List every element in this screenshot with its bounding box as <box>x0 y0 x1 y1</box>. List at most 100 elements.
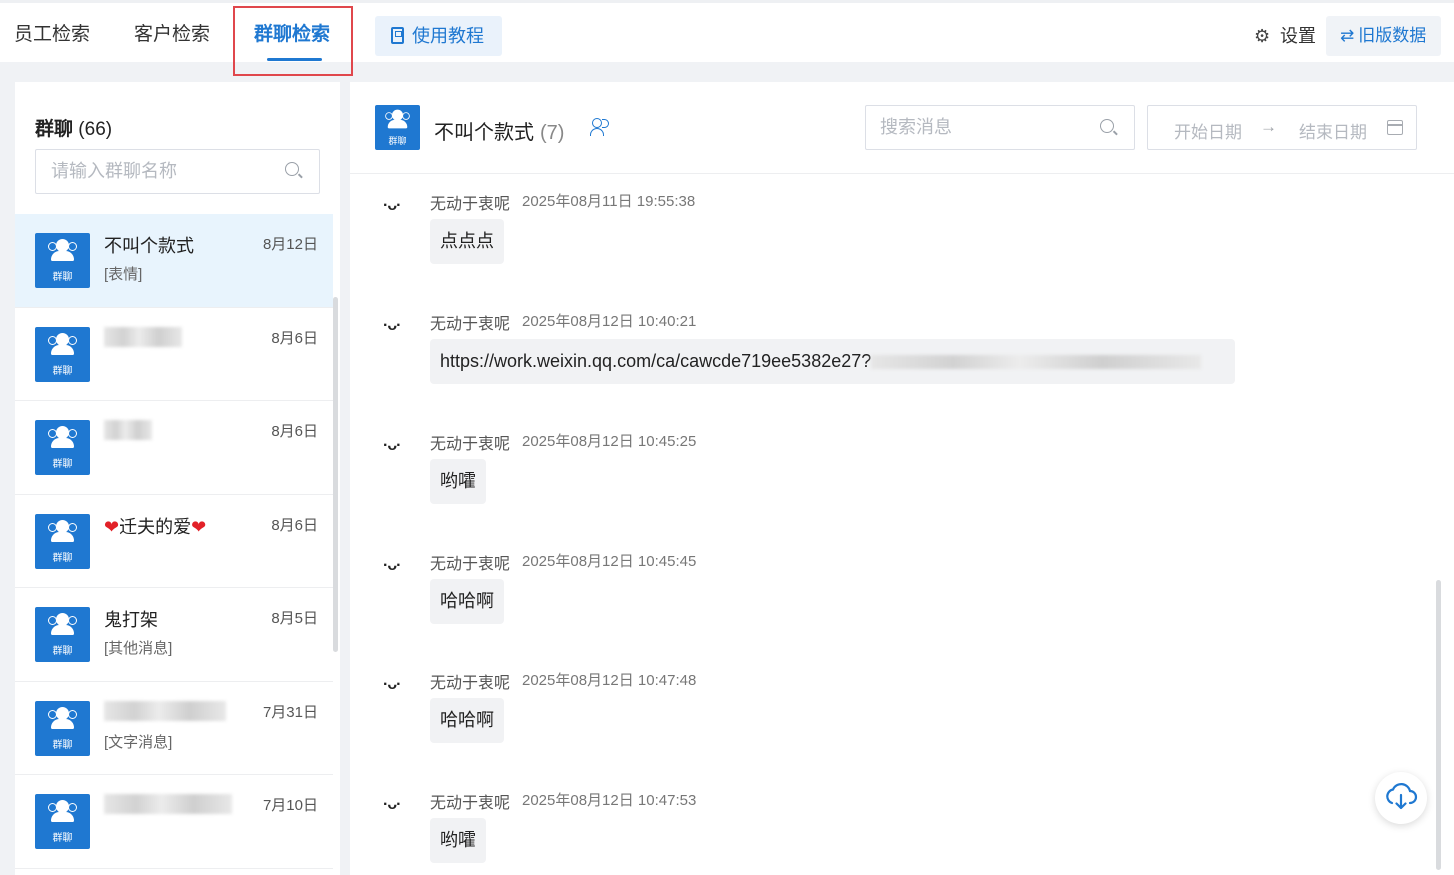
group-search-input[interactable] <box>36 150 276 193</box>
chat-title-text: 不叫个款式 <box>434 122 534 144</box>
old-data-label: 旧版数据 <box>1358 26 1427 45</box>
group-list-item[interactable]: 群聊 鬼打架 8月5日 [其他消息] <box>15 588 333 682</box>
message-item: ·ᴗ· 无动于衷呢 2025年08月12日 10:47:53 哟嚯 <box>350 774 1430 875</box>
group-last-message: [表情] <box>104 266 143 283</box>
message-sender: 无动于衷呢 <box>430 556 511 573</box>
heart-icon: ❤ <box>191 516 207 537</box>
group-people-icon <box>48 519 77 542</box>
tutorial-button-label: 使用教程 <box>412 26 484 46</box>
sender-avatar: ·ᴗ· <box>383 437 401 454</box>
message-time: 2025年08月12日 10:47:48 <box>522 672 697 689</box>
message-sender: 无动于衷呢 <box>430 675 511 692</box>
group-avatar: 群聊 <box>35 233 90 288</box>
group-list-item[interactable]: 群聊 7月10日 <box>15 775 333 869</box>
group-people-icon <box>48 239 77 261</box>
group-avatar-label: 群聊 <box>52 739 73 751</box>
group-name-redacted <box>104 793 232 815</box>
message-link-text[interactable]: https://work.weixin.qq.com/ca/cawcde719e… <box>440 351 871 371</box>
group-avatar-label: 群聊 <box>52 833 73 844</box>
group-list-scrollbar[interactable] <box>333 297 338 652</box>
group-date: 8月5日 <box>271 610 318 627</box>
group-avatar: 群聊 <box>35 607 90 662</box>
message-sender: 无动于衷呢 <box>430 436 511 453</box>
chat-header: 群聊 不叫个款式 (7) 开始日期 → 结束日期 <box>350 82 1454 174</box>
download-button[interactable] <box>1375 772 1427 824</box>
date-range-picker[interactable]: 开始日期 → 结束日期 <box>1147 105 1417 150</box>
group-list-item[interactable]: 群聊 不叫个款式 8月12日 [表情] <box>15 214 333 308</box>
tutorial-button[interactable]: 使用教程 <box>375 16 502 56</box>
message-item: ·ᴗ· 无动于衷呢 2025年08月11日 19:55:38 点点点 <box>350 175 1430 295</box>
settings-label: 设置 <box>1280 26 1316 46</box>
message-time: 2025年08月12日 10:45:45 <box>522 553 697 570</box>
chat-title: 不叫个款式 (7) <box>434 116 564 145</box>
group-list-item[interactable]: 群聊 8月6日 <box>15 308 333 401</box>
old-data-button[interactable]: ⇄ 旧版数据 <box>1326 16 1441 56</box>
message-bubble-link[interactable]: https://work.weixin.qq.com/ca/cawcde719e… <box>430 339 1235 384</box>
group-list: 群聊 不叫个款式 8月12日 [表情] 群聊 8月6日 群聊 8月6日 群聊 ❤… <box>15 214 333 869</box>
group-date: 8月6日 <box>271 516 318 534</box>
message-search-input[interactable] <box>866 106 1086 149</box>
group-avatar-label: 群聊 <box>52 646 73 657</box>
active-tab-indicator <box>267 58 322 61</box>
sender-avatar: ·ᴗ· <box>383 676 401 693</box>
message-bubble: 哟嚯 <box>430 818 486 863</box>
group-avatar: 群聊 <box>35 420 90 475</box>
message-search-box <box>865 105 1135 150</box>
group-last-message: [其他消息] <box>104 640 173 657</box>
group-people-icon <box>48 800 77 822</box>
group-name: 不叫个款式 <box>104 236 194 256</box>
group-avatar: 群聊 <box>35 513 90 569</box>
link-redacted <box>871 355 1202 370</box>
group-list-item[interactable]: 群聊 ❤迁夫的爱❤ 8月6日 <box>15 495 333 588</box>
message-sender: 无动于衷呢 <box>430 795 511 812</box>
group-date: 8月6日 <box>271 423 318 440</box>
group-people-icon <box>48 332 77 355</box>
message-time: 2025年08月12日 10:40:21 <box>522 313 697 330</box>
group-list-panel: 群聊 (66) 群聊 不叫个款式 8月12日 [表情] 群聊 8月6日 <box>15 82 340 875</box>
message-sender: 无动于衷呢 <box>430 196 511 213</box>
group-people-icon <box>48 706 77 729</box>
tab-group-chat-search[interactable]: 群聊检索 <box>254 6 330 64</box>
group-date: 8月6日 <box>271 329 318 347</box>
group-date: 7月31日 <box>262 703 318 721</box>
group-date: 8月12日 <box>262 236 318 253</box>
chat-avatar-label: 群聊 <box>388 136 407 146</box>
date-end[interactable]: 结束日期 <box>1299 118 1367 143</box>
message-time: 2025年08月12日 10:45:25 <box>522 433 697 450</box>
sender-avatar: ·ᴗ· <box>383 317 401 334</box>
group-avatar-label: 群聊 <box>52 272 73 283</box>
group-list-item[interactable]: 群聊 7月31日 [文字消息] <box>15 682 333 775</box>
arrow-right-icon: → <box>1260 117 1277 136</box>
sender-avatar: ·ᴗ· <box>383 197 401 214</box>
group-name-redacted <box>104 326 182 347</box>
search-icon[interactable] <box>285 162 303 180</box>
group-name: ❤迁夫的爱❤ <box>104 513 206 539</box>
gear-icon: ⚙ <box>1254 26 1271 46</box>
group-name-redacted <box>104 419 152 441</box>
members-icon[interactable] <box>590 118 612 138</box>
cloud-download-icon <box>1386 783 1418 810</box>
message-list-scrollbar[interactable] <box>1436 580 1441 870</box>
group-people-icon <box>48 426 77 448</box>
group-search-box <box>35 149 320 194</box>
tab-employee-search[interactable]: 员工检索 <box>14 6 90 64</box>
group-date: 7月10日 <box>262 797 318 814</box>
group-list-title: 群聊 (66) <box>35 114 112 141</box>
chat-member-count: (7) <box>540 122 565 144</box>
settings-button[interactable]: ⚙ 设置 <box>1254 23 1316 49</box>
date-start[interactable]: 开始日期 <box>1174 118 1242 143</box>
search-icon[interactable] <box>1100 119 1118 137</box>
message-bubble: 点点点 <box>430 219 504 264</box>
calendar-icon <box>1387 120 1403 135</box>
group-list-item[interactable]: 群聊 8月6日 <box>15 401 333 495</box>
message-item: ·ᴗ· 无动于衷呢 2025年08月12日 10:40:21 https://w… <box>350 295 1430 415</box>
group-avatar: 群聊 <box>35 326 90 382</box>
chat-group-avatar: 群聊 <box>375 105 420 150</box>
sender-avatar: ·ᴗ· <box>383 557 401 574</box>
message-item: ·ᴗ· 无动于衷呢 2025年08月12日 10:47:48 哈哈啊 <box>350 654 1430 774</box>
sender-avatar: ·ᴗ· <box>383 796 401 813</box>
tab-customer-search[interactable]: 客户检索 <box>134 6 210 64</box>
group-name-redacted <box>104 700 226 721</box>
group-avatar: 群聊 <box>35 700 90 756</box>
group-avatar: 群聊 <box>35 794 90 849</box>
